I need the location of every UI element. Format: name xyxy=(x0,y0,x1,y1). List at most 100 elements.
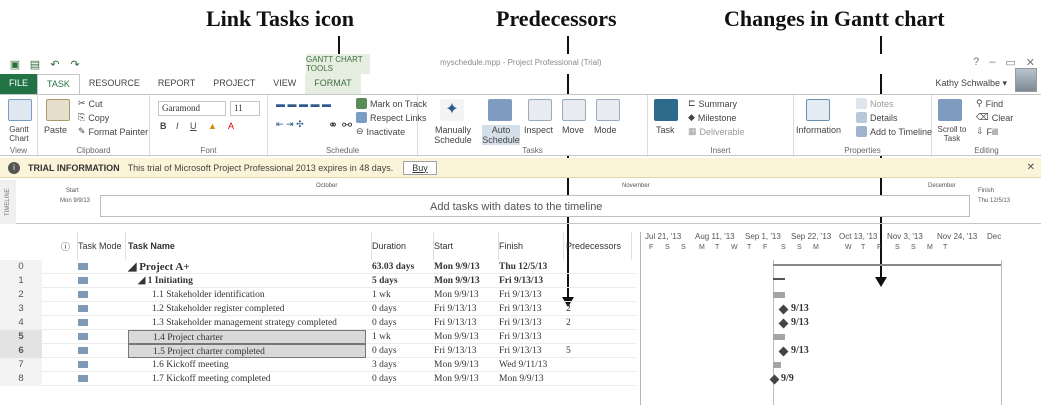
milestone-marker[interactable] xyxy=(778,318,789,329)
avatar[interactable] xyxy=(1015,68,1037,92)
paste-button[interactable]: Paste xyxy=(44,125,67,135)
task-duration[interactable]: 63.03 days xyxy=(372,260,434,274)
predecessors-column-header[interactable]: Predecessors xyxy=(566,232,632,260)
tab-resource[interactable]: RESOURCE xyxy=(80,74,149,94)
task-start[interactable]: Fri 9/13/13 xyxy=(434,316,499,330)
task-start[interactable]: Mon 9/9/13 xyxy=(434,372,499,386)
tab-report[interactable]: REPORT xyxy=(149,74,204,94)
start-column-header[interactable]: Start xyxy=(434,232,499,260)
task-duration[interactable]: 0 days xyxy=(372,316,434,330)
font-name-dropdown[interactable]: Garamond xyxy=(158,101,226,116)
information-button[interactable]: Information xyxy=(796,125,841,135)
paste-icon[interactable] xyxy=(46,99,70,121)
redo-icon[interactable]: ↷ xyxy=(68,58,82,71)
task-name[interactable]: 1.5 Project charter completed xyxy=(128,344,366,358)
task-insert-button[interactable]: Task xyxy=(656,125,675,135)
font-size-dropdown[interactable]: 11 xyxy=(230,101,260,116)
task-start[interactable]: Mon 9/9/13 xyxy=(434,260,499,274)
task-start[interactable]: Mon 9/9/13 xyxy=(434,288,499,302)
milestone-button[interactable]: ◆ Milestone xyxy=(688,112,736,123)
scroll-to-task-button[interactable]: Scroll to Task xyxy=(934,125,970,143)
task-name[interactable]: 1.6 Kickoff meeting xyxy=(128,358,366,372)
help-icon[interactable]: ? xyxy=(973,56,979,69)
task-duration[interactable]: 3 days xyxy=(372,358,434,372)
table-row[interactable]: 0 ◢ Project A+ 63.03 days Mon 9/9/13 Thu… xyxy=(0,260,636,274)
manually-schedule-button[interactable]: Manually Schedule xyxy=(424,125,482,145)
task-duration[interactable]: 0 days xyxy=(372,302,434,316)
inactivate-button[interactable]: ⊖ Inactivate xyxy=(356,126,405,137)
task-predecessors[interactable]: 5 xyxy=(566,344,632,358)
move-button[interactable]: Move xyxy=(562,125,584,135)
deliverable-button[interactable]: ▦ Deliverable xyxy=(688,126,745,137)
task-start[interactable]: Fri 9/13/13 xyxy=(434,344,499,358)
summary-button[interactable]: ⊏ Summary xyxy=(688,98,737,109)
fill-button[interactable]: ⇩ Fill xyxy=(976,126,998,137)
task-predecessors[interactable]: 2 xyxy=(566,316,632,330)
task-name[interactable]: ◢ Project A+ xyxy=(128,260,366,274)
task-name-column-header[interactable]: Task Name xyxy=(128,232,372,260)
task-bar-kickoff-meeting[interactable] xyxy=(773,362,781,368)
task-duration[interactable]: 1 wk xyxy=(372,288,434,302)
copy-button[interactable]: ⎘ Copy xyxy=(78,112,109,123)
task-name[interactable]: 1.3 Stakeholder management strategy comp… xyxy=(128,316,366,330)
task-finish[interactable]: Fri 9/13/13 xyxy=(499,274,564,288)
task-finish[interactable]: Fri 9/13/13 xyxy=(499,288,564,302)
task-name[interactable]: 1.2 Stakeholder register completed xyxy=(128,302,366,316)
task-start[interactable]: Fri 9/13/13 xyxy=(434,302,499,316)
task-name[interactable]: ◢ 1 Initiating xyxy=(128,274,366,288)
task-predecessors[interactable] xyxy=(566,330,632,344)
gantt-chart[interactable]: Jul 21, '13 Aug 11, '13 Sep 1, '13 Sep 2… xyxy=(640,232,1041,405)
task-duration[interactable]: 5 days xyxy=(372,274,434,288)
task-start[interactable]: Mon 9/9/13 xyxy=(434,358,499,372)
task-name[interactable]: 1.7 Kickoff meeting completed xyxy=(128,372,366,386)
milestone-marker[interactable] xyxy=(778,346,789,357)
tab-file[interactable]: FILE xyxy=(0,74,38,94)
info-column-header[interactable]: ⓘ xyxy=(54,232,78,260)
tab-project[interactable]: PROJECT xyxy=(204,74,264,94)
task-duration[interactable]: 1 wk xyxy=(372,330,434,344)
task-bar-project-charter[interactable] xyxy=(773,334,785,340)
gantt-chart-button[interactable]: Gantt Chart xyxy=(2,125,36,143)
task-predecessors[interactable] xyxy=(566,358,632,372)
task-predecessors[interactable] xyxy=(566,260,632,274)
outline-buttons[interactable]: ⇤ ⇥ ✣ xyxy=(276,119,304,130)
tab-task[interactable]: TASK xyxy=(37,74,80,94)
task-duration[interactable]: 0 days xyxy=(372,372,434,386)
tab-format[interactable]: FORMAT xyxy=(305,74,361,94)
inspect-button[interactable]: Inspect xyxy=(524,125,553,135)
minimize-icon[interactable]: – xyxy=(989,56,995,69)
underline-button[interactable]: U xyxy=(190,121,197,131)
table-row[interactable]: 7 1.6 Kickoff meeting 3 days Mon 9/9/13 … xyxy=(0,358,636,372)
task-mode-column-header[interactable]: Task Mode xyxy=(78,232,126,260)
table-row[interactable]: 3 1.2 Stakeholder register completed 0 d… xyxy=(0,302,636,316)
project-summary-bar[interactable] xyxy=(773,264,1001,266)
undo-icon[interactable]: ↶ xyxy=(48,58,62,71)
milestone-marker[interactable] xyxy=(769,374,780,385)
find-button[interactable]: ⚲ Find xyxy=(976,98,1003,109)
respect-links-button[interactable]: Respect Links xyxy=(356,112,427,123)
cut-button[interactable]: ✂ Cut xyxy=(78,98,103,109)
tab-view[interactable]: VIEW xyxy=(264,74,305,94)
clear-button[interactable]: ⌫ Clear xyxy=(976,112,1013,123)
task-name[interactable]: 1.1 Stakeholder identification xyxy=(128,288,366,302)
notes-button[interactable]: Notes xyxy=(856,98,894,109)
task-start[interactable]: Mon 9/9/13 xyxy=(434,274,499,288)
task-predecessors[interactable] xyxy=(566,274,632,288)
task-predecessors[interactable]: 2 xyxy=(566,302,632,316)
add-to-timeline-button[interactable]: Add to Timeline xyxy=(856,126,932,137)
mode-button[interactable]: Mode xyxy=(594,125,617,135)
table-row[interactable]: 5 1.4 Project charter 1 wk Mon 9/9/13 Fr… xyxy=(0,330,636,344)
percent-complete-buttons[interactable]: ▬ ▬ ▬ ▬ ▬ xyxy=(276,99,331,109)
task-predecessors[interactable] xyxy=(566,288,632,302)
table-row[interactable]: 2 1.1 Stakeholder identification 1 wk Mo… xyxy=(0,288,636,302)
format-painter-button[interactable]: ✎ Format Painter xyxy=(78,126,148,137)
milestone-marker[interactable] xyxy=(778,304,789,315)
task-finish[interactable]: Mon 9/9/13 xyxy=(499,372,564,386)
task-finish[interactable]: Wed 9/11/13 xyxy=(499,358,564,372)
font-color-button[interactable]: A xyxy=(228,121,234,131)
finish-column-header[interactable]: Finish xyxy=(499,232,564,260)
task-duration[interactable]: 0 days xyxy=(372,344,434,358)
task-finish[interactable]: Thu 12/5/13 xyxy=(499,260,564,274)
duration-column-header[interactable]: Duration xyxy=(372,232,434,260)
auto-schedule-button[interactable]: Auto Schedule xyxy=(482,125,520,145)
